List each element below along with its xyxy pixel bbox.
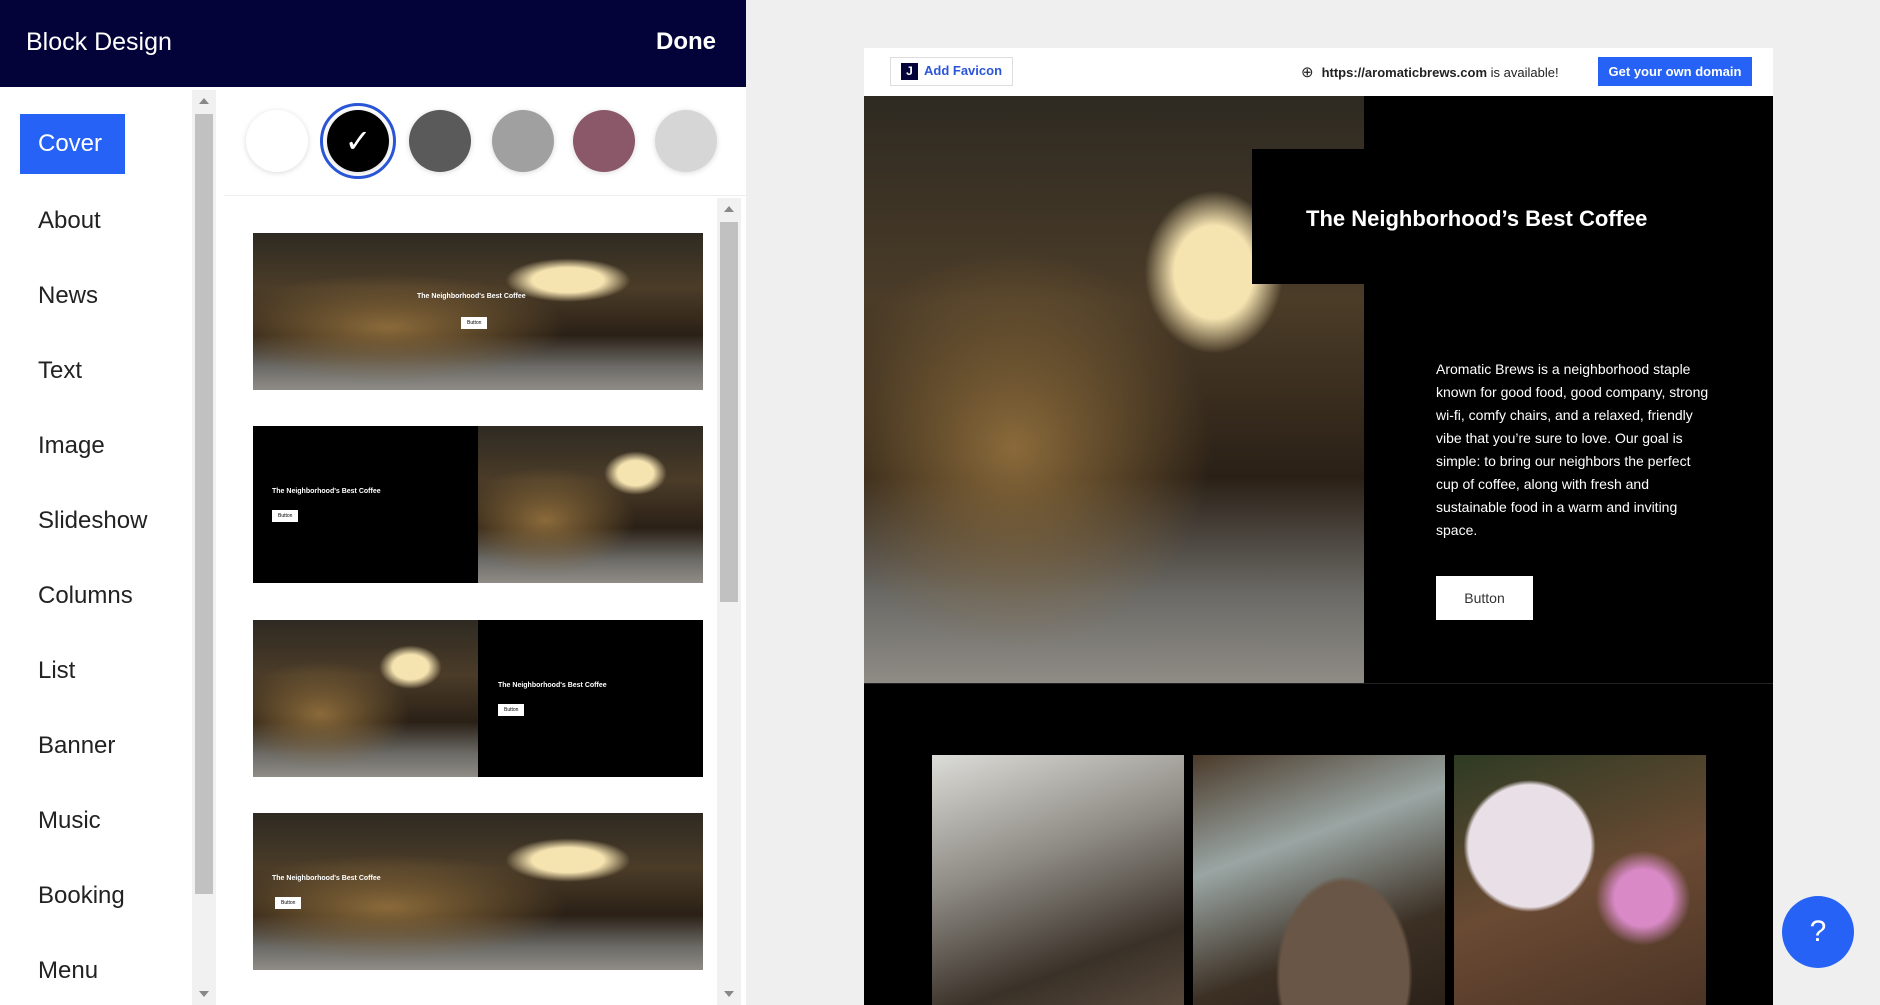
- nav-item-banner[interactable]: Banner: [38, 732, 115, 760]
- layout-option-left-overlay[interactable]: The Neighborhood's Best Coffee Button: [253, 813, 703, 970]
- color-swatch-dark-gray[interactable]: [409, 110, 471, 172]
- nav-item-cover[interactable]: Cover: [20, 114, 125, 174]
- help-button[interactable]: ?: [1782, 896, 1854, 968]
- nav-item-list[interactable]: List: [38, 657, 75, 685]
- color-swatch-black[interactable]: ✓: [320, 103, 396, 179]
- preview-topbar: J Add Favicon ⊕ https://aromaticbrews.com …: [864, 48, 1773, 96]
- layout-image: [478, 426, 703, 583]
- scroll-up-icon[interactable]: [199, 98, 209, 104]
- favicon-icon: J: [901, 63, 918, 80]
- color-swatch-light-gray[interactable]: [655, 110, 717, 172]
- gallery-image-1[interactable]: [932, 755, 1184, 1005]
- layout-option-centered[interactable]: The Neighborhood's Best Coffee Button: [253, 233, 703, 390]
- domain-status: is available!: [1487, 65, 1559, 80]
- layout-title: The Neighborhood's Best Coffee: [272, 488, 381, 495]
- scrollbar-thumb[interactable]: [720, 222, 738, 602]
- gallery-image-3[interactable]: [1454, 755, 1706, 1005]
- domain-name: https://aromaticbrews.com: [1321, 65, 1488, 80]
- color-swatch-mauve[interactable]: [573, 110, 635, 172]
- globe-icon: ⊕: [1301, 64, 1314, 81]
- layout-button: Button: [275, 897, 302, 909]
- layout-title: The Neighborhood's Best Coffee: [417, 293, 526, 300]
- divider: [224, 195, 746, 196]
- nav-item-columns[interactable]: Columns: [38, 582, 133, 610]
- scroll-down-icon[interactable]: [724, 991, 734, 997]
- layout-option-text-left[interactable]: The Neighborhood's Best Coffee Button: [253, 426, 703, 583]
- scroll-down-icon[interactable]: [199, 991, 209, 997]
- panel-title: Block Design: [26, 28, 172, 56]
- layout-image: [253, 620, 478, 777]
- layout-button: Button: [272, 510, 299, 522]
- domain-availability: ⊕ https://aromaticbrews.com is available!: [1301, 63, 1559, 81]
- block-category-nav: Cover About News Text Image Slideshow Co…: [0, 87, 192, 1005]
- color-swatch-white[interactable]: [246, 110, 308, 172]
- scroll-up-icon[interactable]: [724, 206, 734, 212]
- color-swatch-gray[interactable]: [492, 110, 554, 172]
- layout-button: Button: [498, 704, 525, 716]
- done-button[interactable]: Done: [656, 28, 716, 56]
- layout-title: The Neighborhood's Best Coffee: [272, 875, 381, 882]
- nav-item-booking[interactable]: Booking: [38, 882, 125, 910]
- nav-item-about[interactable]: About: [38, 207, 101, 235]
- layouts-scrollbar[interactable]: [717, 198, 741, 1005]
- add-favicon-button[interactable]: J Add Favicon: [890, 57, 1014, 86]
- add-favicon-label: Add Favicon: [924, 63, 1003, 78]
- site-preview: J Add Favicon ⊕ https://aromaticbrews.com …: [864, 48, 1773, 1005]
- check-icon: ✓: [344, 123, 372, 159]
- nav-item-text[interactable]: Text: [38, 357, 82, 385]
- hero-paragraph[interactable]: Aromatic Brews is a neighborhood staple …: [1436, 358, 1711, 542]
- nav-item-news[interactable]: News: [38, 282, 98, 310]
- block-design-panel: Block Design Done Cover About News Text …: [0, 0, 746, 1005]
- layout-option-text-right[interactable]: The Neighborhood's Best Coffee Button: [253, 620, 703, 777]
- gallery-image-2[interactable]: [1193, 755, 1445, 1005]
- nav-scrollbar[interactable]: [192, 90, 216, 1005]
- nav-item-music[interactable]: Music: [38, 807, 101, 835]
- get-domain-button[interactable]: Get your own domain: [1598, 57, 1752, 86]
- scrollbar-thumb[interactable]: [195, 114, 213, 894]
- hero-button[interactable]: Button: [1436, 576, 1533, 620]
- section-divider: [864, 683, 1773, 684]
- hero-title[interactable]: The Neighborhood’s Best Coffee: [1252, 149, 1773, 284]
- layout-title: The Neighborhood's Best Coffee: [498, 682, 607, 689]
- layout-button: Button: [461, 317, 488, 329]
- nav-item-slideshow[interactable]: Slideshow: [38, 507, 147, 535]
- panel-header: Block Design Done: [0, 0, 746, 87]
- nav-item-menu[interactable]: Menu: [38, 957, 98, 985]
- nav-item-image[interactable]: Image: [38, 432, 105, 460]
